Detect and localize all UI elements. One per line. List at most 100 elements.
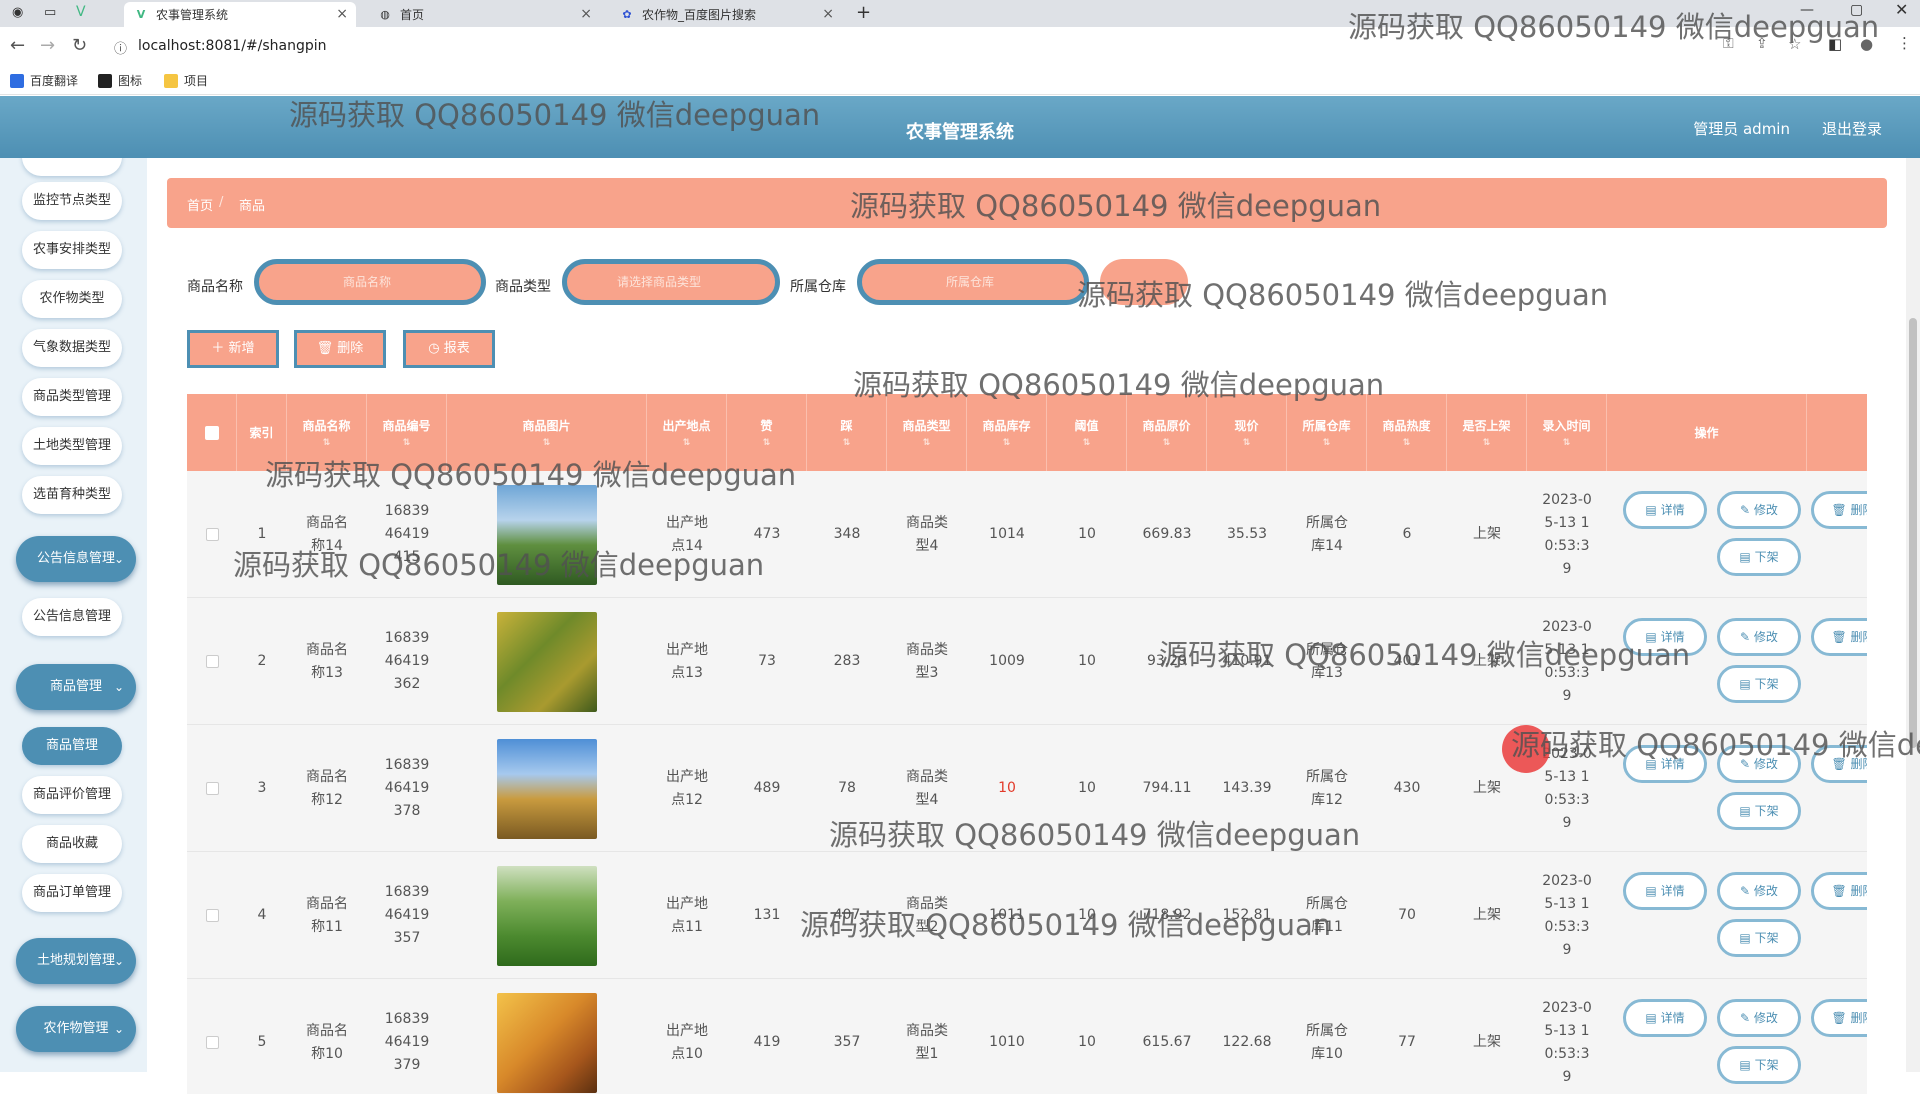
sidebar-item-partial[interactable]: [22, 158, 122, 176]
goods-image[interactable]: [497, 738, 597, 839]
sidebar-item-goods-type[interactable]: 商品类型管理: [22, 378, 122, 416]
goods-image[interactable]: [497, 865, 597, 966]
sidebar-group-crop[interactable]: 农作物管理 ⌄: [16, 1006, 136, 1052]
sort-icon[interactable]: ⇅: [543, 438, 551, 448]
sidebar-item-monitor-type[interactable]: 监控节点类型: [22, 182, 122, 220]
sort-icon[interactable]: ⇅: [843, 438, 851, 448]
edit-button[interactable]: ✎ 修改: [1717, 872, 1801, 910]
close-tab-icon[interactable]: ×: [822, 6, 834, 22]
sort-icon[interactable]: ⇅: [1403, 438, 1411, 448]
goods-image[interactable]: [497, 611, 597, 712]
goods-image[interactable]: [497, 992, 597, 1093]
sort-icon[interactable]: ⇅: [683, 438, 691, 448]
back-icon[interactable]: ←: [10, 35, 25, 56]
offsale-button[interactable]: ▤ 下架: [1717, 538, 1801, 576]
row-checkbox[interactable]: [205, 655, 219, 668]
detail-button[interactable]: ▤ 详情: [1623, 872, 1707, 910]
sort-icon[interactable]: ⇅: [1003, 438, 1011, 448]
row-delete-button[interactable]: 🗑 删除: [1811, 491, 1867, 529]
sidebar-item-crop-type[interactable]: 农作物类型: [22, 280, 122, 318]
sidebar-item-seedling-type[interactable]: 选苗育种类型: [22, 476, 122, 514]
sidebar-item-goods-review[interactable]: 商品评价管理: [22, 776, 122, 814]
tab-title: 首页: [400, 8, 425, 22]
column-header-label: 商品原价: [1142, 419, 1191, 433]
row-checkbox[interactable]: [205, 528, 219, 541]
sort-icon[interactable]: ⇅: [1083, 438, 1091, 448]
edit-button[interactable]: ✎ 修改: [1717, 491, 1801, 529]
tab-baidu-images[interactable]: ✿ 农作物_百度图片搜索 ×: [610, 2, 842, 27]
sort-icon[interactable]: ⇅: [923, 438, 931, 448]
row-checkbox-cell: [187, 471, 237, 598]
offsale-button[interactable]: ▤ 下架: [1717, 665, 1801, 703]
sidebar-item-notice[interactable]: 公告信息管理: [22, 598, 122, 636]
op-label: 删除: [1850, 503, 1867, 517]
sort-icon[interactable]: ⇅: [323, 438, 331, 448]
cell-origin: 出产地点12: [666, 768, 708, 808]
sort-icon[interactable]: ⇅: [1483, 438, 1491, 448]
edit-button[interactable]: ✎ 修改: [1717, 618, 1801, 656]
row-delete-button[interactable]: 🗑 删除: [1811, 618, 1867, 656]
detail-button[interactable]: ▤ 详情: [1623, 491, 1707, 529]
select-all-checkbox[interactable]: [204, 425, 219, 440]
offsale-button[interactable]: ▤ 下架: [1717, 1046, 1801, 1084]
row-delete-button[interactable]: 🗑 删除: [1811, 872, 1867, 910]
blank-tab-icon[interactable]: ▭: [44, 5, 56, 20]
sidebar-item-weather-type[interactable]: 气象数据类型: [22, 329, 122, 367]
bookmark-project[interactable]: 项目: [164, 72, 208, 89]
globe-icon: ◍: [380, 7, 390, 21]
op-label: 下架: [1754, 931, 1779, 945]
tab-farm-system[interactable]: V 农事管理系统 ×: [124, 2, 356, 27]
tab-home[interactable]: ◍ 首页 ×: [368, 2, 600, 27]
edit-button[interactable]: ✎ 修改: [1717, 999, 1801, 1037]
sidebar-item-goods-order[interactable]: 商品订单管理: [22, 874, 122, 912]
sort-icon[interactable]: ⇅: [403, 438, 411, 448]
vue-tab-icon[interactable]: V: [76, 4, 86, 20]
filter-name-input[interactable]: 商品名称: [254, 259, 486, 305]
scrollbar-thumb[interactable]: [1909, 318, 1917, 748]
close-tab-icon[interactable]: ×: [580, 6, 592, 22]
more-menu-icon[interactable]: ⋮: [1897, 34, 1912, 52]
close-window-icon[interactable]: ✕: [1895, 0, 1908, 19]
cell-like: 489: [753, 780, 781, 796]
info-icon[interactable]: ⓘ: [114, 38, 127, 57]
browser-menu-icon[interactable]: ◉: [12, 5, 23, 20]
sort-icon[interactable]: ⇅: [1323, 438, 1331, 448]
sidebar-item-land-type[interactable]: 土地类型管理: [22, 427, 122, 465]
op-label: 删除: [1850, 1011, 1867, 1025]
page-scrollbar[interactable]: [1906, 158, 1920, 1072]
sort-icon[interactable]: ⇅: [763, 438, 771, 448]
op-label: 修改: [1753, 630, 1778, 644]
filter-type-select[interactable]: 请选择商品类型: [562, 259, 780, 305]
forward-icon[interactable]: →: [40, 35, 55, 56]
offsale-button[interactable]: ▤ 下架: [1717, 792, 1801, 830]
sort-icon[interactable]: ⇅: [1243, 438, 1251, 448]
bookmark-baidu-translate[interactable]: 百度翻译: [10, 72, 78, 89]
close-tab-icon[interactable]: ×: [336, 6, 348, 22]
report-button[interactable]: ◷ 报表: [403, 330, 495, 368]
filter-warehouse-input[interactable]: 所属仓库: [857, 259, 1089, 305]
row-delete-button[interactable]: 🗑 删除: [1811, 999, 1867, 1037]
breadcrumb-home[interactable]: 首页: [187, 195, 213, 214]
new-tab-icon[interactable]: +: [856, 2, 871, 23]
sort-icon[interactable]: ⇅: [1163, 438, 1171, 448]
bookmark-icons[interactable]: 图标: [98, 72, 142, 89]
logout-link[interactable]: 退出登录: [1822, 118, 1882, 139]
column-header-label: 赞: [760, 419, 773, 433]
row-checkbox[interactable]: [205, 1036, 219, 1049]
delete-button[interactable]: 🗑 删除: [294, 330, 386, 368]
offsale-button[interactable]: ▤ 下架: [1717, 919, 1801, 957]
sidebar-group-goods[interactable]: 商品管理 ⌄: [16, 664, 136, 710]
admin-user: 管理员 admin: [1693, 120, 1790, 138]
add-button[interactable]: ＋ 新增: [187, 330, 279, 368]
sidebar-item-farm-schedule-type[interactable]: 农事安排类型: [22, 231, 122, 269]
reload-icon[interactable]: ↻: [72, 35, 87, 56]
select-all-checkbox-header[interactable]: [187, 394, 237, 471]
detail-button[interactable]: ▤ 详情: [1623, 999, 1707, 1037]
row-checkbox[interactable]: [205, 782, 219, 795]
sidebar-group-land-plan[interactable]: 土地规划管理 ⌄: [16, 938, 136, 984]
sidebar-item-goods[interactable]: 商品管理: [22, 727, 122, 765]
sidebar-group-notice[interactable]: 公告信息管理 ⌄: [16, 536, 136, 582]
row-checkbox[interactable]: [205, 909, 219, 922]
sidebar-item-goods-favorite[interactable]: 商品收藏: [22, 825, 122, 863]
sort-icon[interactable]: ⇅: [1563, 438, 1571, 448]
